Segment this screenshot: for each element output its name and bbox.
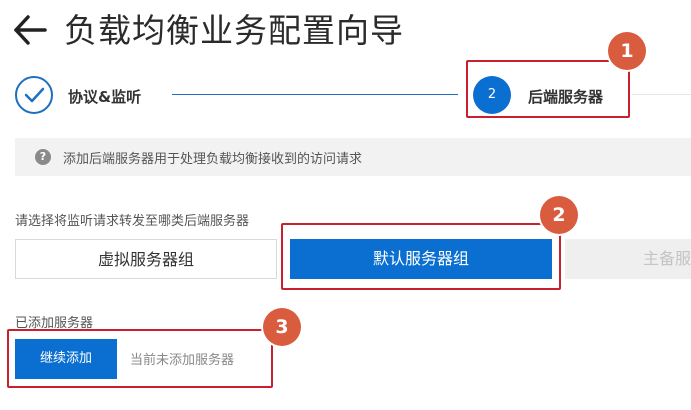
step-connector <box>172 94 458 95</box>
tip-text: 添加后端服务器用于处理负载均衡接收到的访问请求 <box>63 152 363 167</box>
callout-badge-3: 3 <box>263 308 301 346</box>
callout-badge-1: 1 <box>608 32 646 70</box>
info-tip: ? 添加后端服务器用于处理负载均衡接收到的访问请求 <box>15 138 691 176</box>
callout-badge-2: 2 <box>540 196 578 234</box>
back-arrow-icon[interactable] <box>12 10 48 50</box>
step-1-label: 协议&监听 <box>68 88 142 106</box>
step-connector-trailing <box>632 94 691 95</box>
step-1-check-icon <box>15 76 53 114</box>
option-virtual-server-group[interactable]: 虚拟服务器组 <box>15 239 277 279</box>
page-title: 负载均衡业务配置向导 <box>64 11 404 50</box>
highlight-box-2 <box>281 223 561 290</box>
server-type-label: 请选择将监听请求转发至哪类后端服务器 <box>15 214 250 229</box>
option-master-slave-group[interactable]: 主备服 <box>565 239 691 279</box>
highlight-box-1 <box>466 60 630 118</box>
question-circle-icon: ? <box>35 149 51 165</box>
highlight-box-3 <box>7 329 273 388</box>
